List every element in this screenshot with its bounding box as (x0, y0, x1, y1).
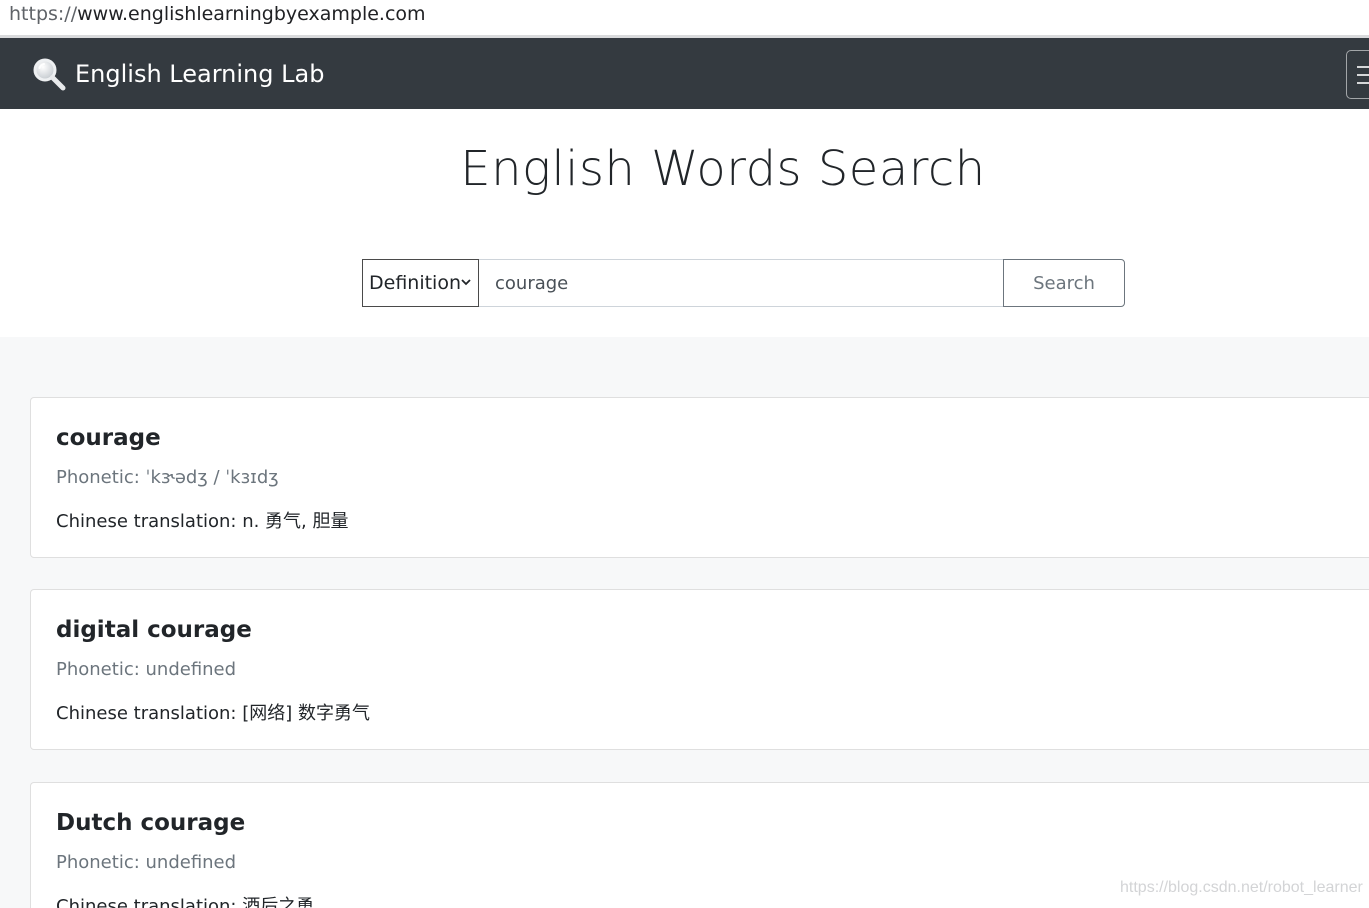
navbar-toggler-button[interactable] (1346, 50, 1369, 99)
result-word: digital courage (56, 617, 252, 643)
browser-address-bar[interactable]: https://www.englishlearningbyexample.com (0, 0, 1369, 35)
result-word: Dutch courage (56, 810, 246, 836)
result-phonetic: Phonetic: ˈkɝədʒ / ˈkɜɪdʒ (56, 467, 279, 488)
results-list: courage Phonetic: ˈkɝədʒ / ˈkɜɪdʒ Chines… (0, 337, 1369, 908)
search-input[interactable] (479, 259, 1004, 307)
hamburger-icon (1357, 66, 1369, 68)
magnifier-icon (32, 57, 66, 91)
navbar-brand[interactable]: English Learning Lab (32, 57, 324, 91)
result-word: courage (56, 425, 161, 451)
result-card[interactable]: digital courage Phonetic: undefined Chin… (30, 589, 1369, 750)
search-button[interactable]: Search (1003, 259, 1125, 307)
result-card[interactable]: courage Phonetic: ˈkɝədʒ / ˈkɜɪdʒ Chines… (30, 397, 1369, 558)
search-mode-value: Definition (369, 272, 462, 294)
url-text[interactable]: https://www.englishlearningbyexample.com (9, 3, 426, 25)
result-translation: Chinese translation: n. 勇气, 胆量 (56, 511, 349, 532)
result-phonetic: Phonetic: undefined (56, 659, 237, 680)
search-hero: English Words Search Definition Search (0, 109, 1369, 337)
hamburger-icon-line (1357, 82, 1369, 84)
url-scheme: https:// (9, 3, 78, 25)
url-host: www.englishlearningbyexample.com (77, 3, 426, 25)
result-translation: Chinese translation: 酒后之勇 (56, 896, 315, 908)
watermark: https://blog.csdn.net/robot_learner (1120, 879, 1363, 896)
brand-title: English Learning Lab (75, 60, 325, 88)
search-mode-select[interactable]: Definition (362, 259, 479, 307)
result-translation: Chinese translation: [网络] 数字勇气 (56, 703, 370, 724)
page-title: English Words Search (460, 141, 986, 197)
hamburger-icon-line (1357, 74, 1369, 76)
chevron-down-icon (461, 279, 471, 286)
navbar: English Learning Lab (0, 38, 1369, 109)
result-phonetic: Phonetic: undefined (56, 852, 237, 873)
